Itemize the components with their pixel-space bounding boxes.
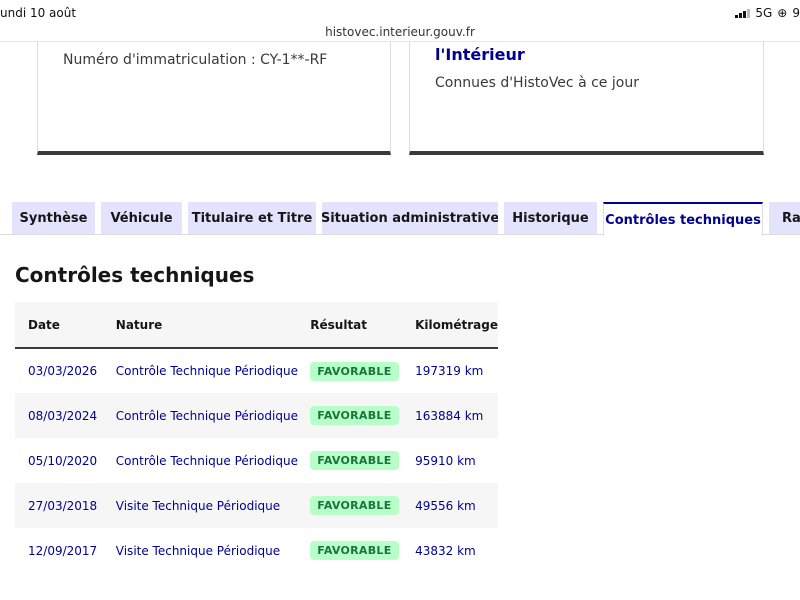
table-header-row: Date Nature Résultat Kilométrage [15, 302, 498, 348]
tab-controles-techniques[interactable]: Contrôles techniques [603, 202, 763, 236]
inspection-result-cell: FAVORABLE [310, 393, 415, 438]
tab-titulaire-titre[interactable]: Titulaire et Titre [188, 202, 316, 234]
column-header-date: Date [28, 317, 60, 332]
status-indicators: 5G ⊕ 9 [735, 6, 800, 20]
network-type: 5G [755, 6, 773, 20]
inspection-date: 27/03/2018 [28, 498, 98, 513]
tab-situation-administrative[interactable]: Situation administrative [322, 202, 498, 234]
inspection-result-cell: FAVORABLE [310, 348, 415, 393]
inspection-mileage: 95910 km [415, 453, 476, 468]
technical-inspections-table: Date Nature Résultat Kilométrage 03/03/2… [15, 302, 498, 573]
status-date: undi 10 août [0, 6, 77, 20]
source-card-title: l'Intérieur [435, 45, 525, 64]
inspection-result-cell: FAVORABLE [310, 528, 415, 573]
inspection-mileage: 197319 km [415, 364, 484, 378]
tab-bar: Synthèse Véhicule Titulaire et Titre Sit… [0, 202, 800, 236]
result-badge: FAVORABLE [310, 361, 399, 381]
inspection-date: 03/03/2026 [28, 364, 98, 378]
cellular-signal-icon [735, 8, 751, 18]
inspection-result-cell: FAVORABLE [310, 438, 415, 483]
tab-rapport[interactable]: Ra [769, 202, 800, 234]
inspection-nature: Visite Technique Périodique [115, 543, 281, 558]
inspection-nature: Contrôle Technique Périodique [115, 408, 298, 423]
inspection-date: 05/10/2020 [28, 453, 98, 468]
screen-lock-icon: ⊕ [777, 6, 788, 20]
tab-synthese[interactable]: Synthèse [12, 202, 95, 234]
inspection-nature: Contrôle Technique Périodique [115, 453, 298, 468]
table-row: 27/03/2018 Visite Technique Périodique F… [15, 483, 498, 528]
inspection-nature: Visite Technique Périodique [115, 498, 281, 513]
table-row: 12/09/2017 Visite Technique Périodique F… [15, 528, 498, 573]
address-bar[interactable]: histovec.interieur.gouv.fr [0, 25, 800, 39]
inspection-result-cell: FAVORABLE [310, 483, 415, 528]
inspection-date: 08/03/2024 [28, 408, 98, 423]
immatriculation-number: Numéro d'immatriculation : CY-1**-RF [63, 52, 328, 68]
result-badge: FAVORABLE [310, 541, 399, 560]
table-row: 08/03/2024 Contrôle Technique Périodique… [15, 393, 498, 438]
inspection-mileage: 49556 km [415, 498, 476, 513]
inspection-date: 12/09/2017 [28, 543, 98, 558]
status-bar: undi 10 août 5G ⊕ 9 [0, 0, 800, 24]
tab-vehicule[interactable]: Véhicule [101, 202, 182, 234]
source-card-subtitle: Connues d'HistoVec à ce jour [435, 75, 639, 91]
battery-level: 9 [792, 6, 800, 20]
result-badge: FAVORABLE [310, 496, 399, 515]
table-row: 03/03/2026 Contrôle Technique Périodique… [15, 348, 498, 393]
panel-title: Contrôles techniques [15, 263, 255, 287]
tab-historique[interactable]: Historique [504, 202, 597, 234]
result-badge: FAVORABLE [310, 406, 399, 425]
column-header-result: Résultat [310, 317, 368, 332]
column-header-mileage: Kilométrage [415, 317, 498, 332]
column-header-nature: Nature [115, 317, 163, 332]
inspection-nature: Contrôle Technique Périodique [115, 364, 298, 378]
result-badge: FAVORABLE [310, 451, 399, 470]
data-source-card: l'Intérieur Connues d'HistoVec à ce jour [409, 42, 764, 155]
table-row: 05/10/2020 Contrôle Technique Périodique… [15, 438, 498, 483]
vehicle-id-card: Numéro d'immatriculation : CY-1**-RF [37, 42, 391, 155]
inspection-mileage: 43832 km [415, 543, 476, 558]
inspection-mileage: 163884 km [415, 408, 484, 423]
